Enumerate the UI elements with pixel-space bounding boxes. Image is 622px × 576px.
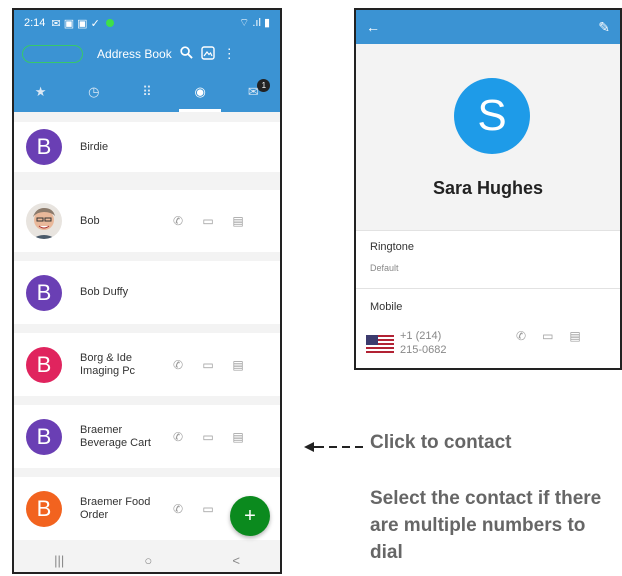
notification-icons: ✉ ▣ ▣ ✓ [51, 17, 100, 30]
avatar: B [26, 346, 62, 383]
image-icon[interactable] [201, 45, 215, 63]
unread-badge: 1 [257, 79, 271, 92]
avatar: B [26, 490, 62, 527]
avatar: B [26, 418, 62, 455]
more-menu-icon[interactable]: ⋮ [223, 46, 236, 62]
clock: 2:14 [24, 17, 46, 29]
recent-apps-button[interactable]: ||| [54, 553, 64, 568]
status-bar: 2:14 ✉ ▣ ▣ ✓ ⌔ .ıl ▮ [14, 10, 280, 36]
contact-detail-phone: ← ✎ S Sara Hughes Ringtone Default Mobil… [354, 8, 622, 370]
contact-name: Borg & Ide Imaging Pc [80, 351, 136, 377]
search-icon[interactable] [180, 46, 193, 62]
contact-row-bob-duffy[interactable]: B Bob Duffy [14, 261, 280, 324]
tab-dialpad[interactable]: ⠿ [126, 72, 168, 112]
back-button[interactable]: < [232, 553, 240, 568]
status-pill-button[interactable] [22, 45, 84, 63]
phone-number-line1: +1 (214) [400, 330, 442, 342]
app-toolbar: Address Book ⋮ [14, 36, 280, 72]
tab-bar: ★ ◷ ⠿ ◉ ✉ 1 [14, 72, 280, 112]
ringtone-value: Default [370, 263, 399, 273]
back-arrow-icon[interactable]: ← [366, 19, 380, 35]
tab-contacts[interactable]: ◉ [179, 72, 222, 112]
avatar-photo [26, 203, 62, 239]
home-button[interactable]: ○ [144, 553, 152, 568]
address-book-phone: 2:14 ✉ ▣ ▣ ✓ ⌔ .ıl ▮ Address Book ⋮ ★ ◷ … [12, 8, 282, 574]
video-icon[interactable]: ▭ [200, 502, 216, 516]
contact-name: Bob Duffy [80, 286, 129, 298]
contact-name: Birdie [80, 140, 109, 153]
phone-icon[interactable]: ✆ [516, 329, 526, 343]
us-flag-icon [366, 335, 394, 353]
contact-row-bob[interactable]: Bob ✆ ▭ ▤ [14, 190, 280, 252]
message-icon[interactable]: ▤ [230, 430, 246, 444]
phone-number-line2: 215-0682 [400, 344, 447, 356]
click-to-contact-callout: Click to contact [370, 432, 512, 453]
dialpad-icon: ⠿ [142, 84, 152, 99]
tab-favorites[interactable]: ★ [20, 72, 62, 112]
contact-name: Bob [80, 214, 100, 227]
phone-number[interactable]: +1 (214) 215-0682 [400, 329, 447, 357]
contact-name: Braemer Food Order [80, 495, 151, 521]
contact-name: Braemer Beverage Cart [80, 423, 151, 449]
avatar: B [26, 274, 62, 311]
video-icon[interactable]: ▭ [200, 430, 216, 444]
callout-arrow-icon [304, 442, 363, 452]
mobile-field[interactable]: Mobile +1 (214) 215-0682 ✆ ▭ ▤ [356, 288, 620, 368]
phone-icon[interactable]: ✆ [170, 502, 186, 516]
ringtone-label: Ringtone [370, 241, 415, 253]
add-contact-button[interactable]: + [230, 496, 270, 536]
avatar: B [26, 129, 62, 165]
edit-pencil-icon[interactable]: ✎ [598, 19, 610, 36]
detail-toolbar: ← ✎ [356, 10, 620, 44]
contact-header: S Sara Hughes [356, 44, 620, 230]
message-icon[interactable]: ▤ [230, 358, 246, 372]
phone-icon[interactable]: ✆ [170, 214, 186, 228]
contact-avatar: S [454, 78, 530, 154]
video-icon[interactable]: ▭ [200, 358, 216, 372]
contact-row-braemer-beverage[interactable]: B Braemer Beverage Cart ✆ ▭ ▤ [14, 405, 280, 468]
message-icon[interactable]: ▤ [569, 329, 580, 343]
phone-icon[interactable]: ✆ [170, 358, 186, 372]
page-title: Address Book [97, 47, 172, 61]
android-nav-bar: ||| ○ < [14, 546, 280, 572]
video-icon[interactable]: ▭ [542, 329, 553, 343]
signal-icons: ⌔ .ıl ▮ [238, 17, 270, 29]
contact-row-birdie[interactable]: B Birdie [14, 122, 280, 172]
star-icon: ★ [34, 84, 47, 99]
tab-messages[interactable]: ✉ 1 [232, 72, 274, 112]
message-icon[interactable]: ▤ [230, 214, 246, 228]
contact-name: Sara Hughes [432, 178, 544, 198]
phone-icon[interactable]: ✆ [170, 430, 186, 444]
ringtone-field[interactable]: Ringtone Default [356, 230, 620, 288]
clock-icon: ◷ [88, 84, 100, 99]
tab-recents[interactable]: ◷ [73, 72, 115, 112]
mobile-label: Mobile [370, 301, 403, 313]
contacts-icon: ◉ [194, 84, 206, 99]
contact-row-borg-ide[interactable]: B Borg & Ide Imaging Pc ✆ ▭ ▤ [14, 333, 280, 396]
video-icon[interactable]: ▭ [200, 214, 216, 228]
select-contact-callout: Select the contact if there are multiple… [370, 488, 602, 563]
active-dot-icon [105, 19, 114, 27]
